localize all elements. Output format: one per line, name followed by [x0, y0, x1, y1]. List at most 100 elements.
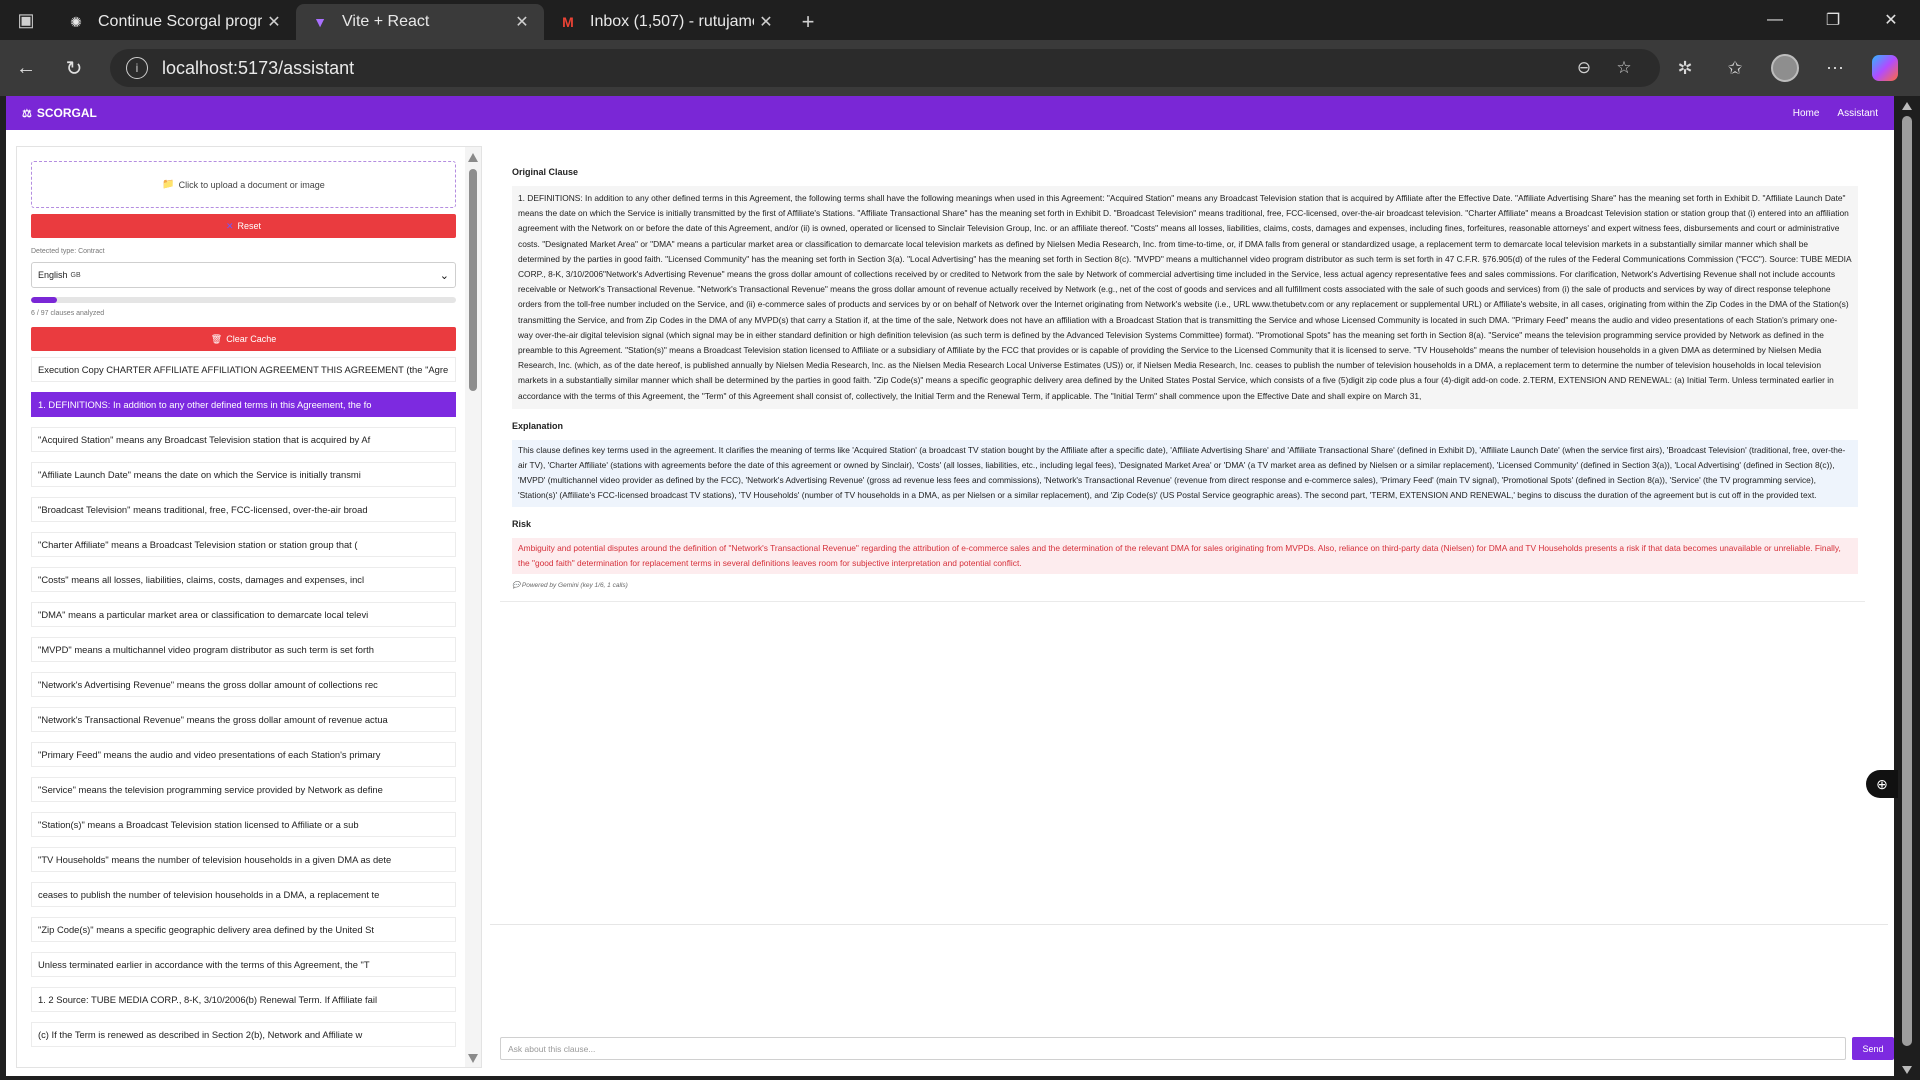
url-text: localhost:5173/assistant — [162, 57, 355, 78]
language-value: English — [38, 270, 68, 280]
clause-question-input[interactable]: Ask about this clause... — [500, 1037, 1846, 1060]
folder-icon: 📁 — [162, 179, 175, 190]
more-options-icon[interactable]: ⋯ — [1810, 46, 1860, 90]
clause-list-item[interactable]: "Broadcast Television" means traditional… — [31, 497, 456, 522]
analysis-panel: Original Clause 1. DEFINITIONS: In addit… — [490, 146, 1894, 1068]
favorites-icon[interactable]: ✩ — [1710, 46, 1760, 90]
page-scroll-thumb[interactable] — [1902, 116, 1912, 1046]
close-tab-icon[interactable]: ✕ — [262, 12, 286, 32]
language-code: GB — [70, 271, 81, 279]
brand-name: SCORGAL — [36, 106, 97, 120]
sidebar-content: 📁 Click to upload a document or image ✕ … — [31, 153, 456, 1047]
clause-list: Execution Copy CHARTER AFFILIATE AFFILIA… — [31, 357, 456, 1047]
language-select[interactable]: English GB ⌄ — [31, 262, 456, 288]
copilot-icon[interactable] — [1860, 46, 1910, 90]
powered-by-note: 💬 Powered by Gemini (key 1/6, 1 calls) — [512, 581, 1865, 589]
close-tab-icon[interactable]: ✕ — [754, 12, 778, 32]
clause-list-item[interactable]: "Acquired Station" means any Broadcast T… — [31, 427, 456, 452]
reset-x-icon: ✕ — [225, 220, 234, 231]
upload-label: Click to upload a document or image — [178, 179, 325, 190]
scroll-thumb[interactable] — [469, 169, 477, 391]
brand[interactable]: ⚖ SCORGAL — [22, 106, 97, 120]
clause-list-item[interactable]: "Network's Advertising Revenue" means th… — [31, 672, 456, 697]
chat-area: Ask about this clause... Send — [490, 924, 1894, 1068]
favorite-star-icon[interactable]: ☆ — [1604, 58, 1644, 78]
close-tab-icon[interactable]: ✕ — [510, 12, 534, 32]
reset-button[interactable]: ✕ Reset — [31, 214, 456, 238]
address-bar[interactable]: i localhost:5173/assistant ⊖ ☆ — [110, 49, 1660, 87]
risk-text: Ambiguity and potential disputes around … — [512, 537, 1858, 575]
page-scroll-down-icon[interactable] — [1902, 1066, 1912, 1074]
clause-list-item[interactable]: "Costs" means all losses, liabilities, c… — [31, 567, 456, 592]
tab-title: Inbox (1,507) - rutujamorankar07 — [590, 13, 754, 30]
reset-label: Reset — [237, 221, 262, 231]
scales-icon: ⚖ — [22, 107, 32, 120]
clause-list-item[interactable]: "Zip Code(s)" means a specific geographi… — [31, 917, 456, 942]
upload-dropzone[interactable]: 📁 Click to upload a document or image — [31, 161, 456, 208]
clear-cache-button[interactable]: 🗑 Clear Cache — [31, 327, 456, 351]
clause-list-item[interactable]: "TV Households" means the number of tele… — [31, 847, 456, 872]
send-button[interactable]: Send — [1852, 1037, 1894, 1060]
back-icon[interactable]: ← — [4, 46, 48, 90]
clause-list-item[interactable]: "Charter Affiliate" means a Broadcast Te… — [31, 532, 456, 557]
clear-cache-label: Clear Cache — [226, 334, 277, 344]
extensions-icon[interactable]: ✲ — [1660, 46, 1710, 90]
minimize-icon[interactable]: — — [1746, 0, 1804, 40]
clause-list-item[interactable]: "Service" means the television programmi… — [31, 777, 456, 802]
clause-list-item[interactable]: (c) If the Term is renewed as described … — [31, 1022, 456, 1047]
chevron-down-icon: ⌄ — [439, 269, 449, 282]
risk-heading: Risk — [512, 518, 532, 529]
new-tab-icon[interactable]: + — [788, 4, 828, 40]
clause-list-item[interactable]: "Affiliate Launch Date" means the date o… — [31, 462, 456, 487]
progress-fill — [31, 297, 58, 303]
nav-links: Home Assistant — [1793, 108, 1878, 119]
close-window-icon[interactable]: ✕ — [1862, 0, 1920, 40]
reload-icon[interactable]: ↻ — [52, 46, 96, 90]
zoom-icon[interactable]: ⊖ — [1564, 58, 1604, 78]
browser-tab-vite-react[interactable]: ▼ Vite + React ✕ — [296, 4, 544, 40]
clause-list-item[interactable]: "Network's Transactional Revenue" means … — [31, 707, 456, 732]
clause-list-item[interactable]: "Primary Feed" means the audio and video… — [31, 742, 456, 767]
scroll-down-icon[interactable] — [468, 1054, 478, 1063]
powered-by-text: Powered by Gemini (key 1/6, 1 calls) — [521, 582, 628, 590]
scroll-up-icon[interactable] — [468, 153, 478, 162]
nav-assistant-link[interactable]: Assistant — [1837, 108, 1878, 119]
top-navbar: ⚖ SCORGAL Home Assistant — [6, 96, 1894, 130]
profile-avatar[interactable] — [1760, 46, 1810, 90]
detected-type: Detected type: Contract — [31, 248, 105, 255]
browser-toolbar: ← ↻ i localhost:5173/assistant ⊖ ☆ ✲ ✩ ⋯ — [0, 40, 1920, 96]
window-controls: — ❐ ✕ — [1746, 0, 1920, 40]
clause-list-item[interactable]: "MVPD" means a multichannel video progra… — [31, 637, 456, 662]
original-clause-text: 1. DEFINITIONS: In addition to any other… — [512, 186, 1858, 409]
clause-analysis-card: Original Clause 1. DEFINITIONS: In addit… — [500, 156, 1865, 603]
maximize-icon[interactable]: ❐ — [1804, 0, 1862, 40]
clause-list-item[interactable]: "Station(s)" means a Broadcast Televisio… — [31, 812, 456, 837]
trash-icon: 🗑 — [210, 333, 223, 344]
app-root: ⚖ SCORGAL Home Assistant 📁 Click to uplo… — [6, 96, 1894, 1076]
clause-list-item[interactable]: ceases to publish the number of televisi… — [31, 882, 456, 907]
tab-actions-icon[interactable]: ▣ — [0, 0, 52, 40]
chat-bubble-icon: 💬 — [512, 582, 521, 590]
clause-sidebar: 📁 Click to upload a document or image ✕ … — [16, 146, 482, 1068]
clause-list-item[interactable]: 1. DEFINITIONS: In addition to any other… — [31, 392, 456, 417]
browser-tab-gmail[interactable]: M Inbox (1,507) - rutujamorankar07 ✕ — [544, 4, 788, 40]
tab-title: Vite + React — [342, 13, 430, 30]
original-clause-heading: Original Clause — [512, 167, 579, 177]
clause-list-item[interactable]: "DMA" means a particular market area or … — [31, 602, 456, 627]
clause-list-item[interactable]: Execution Copy CHARTER AFFILIATE AFFILIA… — [31, 357, 456, 382]
avatar — [1771, 54, 1799, 82]
gmail-icon: M — [562, 14, 574, 30]
clause-list-item[interactable]: Unless terminated earlier in accordance … — [31, 952, 456, 977]
nav-home-link[interactable]: Home — [1793, 108, 1820, 119]
zoom-lens-icon[interactable]: ⊕ — [1866, 770, 1898, 798]
page-scrollbar[interactable] — [1894, 96, 1920, 1080]
clause-list-item[interactable]: 1. 2 Source: TUBE MEDIA CORP., 8-K, 3/10… — [31, 987, 456, 1012]
chatgpt-icon: ✺ — [70, 13, 82, 30]
sidebar-scrollbar[interactable] — [465, 147, 481, 1067]
page-scroll-up-icon[interactable] — [1902, 102, 1912, 110]
analysis-progress-bar — [31, 297, 456, 303]
browser-tab-scorgal-progress[interactable]: ✺ Continue Scorgal progress ✕ — [52, 4, 296, 40]
site-info-icon[interactable]: i — [126, 57, 148, 79]
input-placeholder: Ask about this clause... — [508, 1043, 596, 1054]
explanation-text: This clause defines key terms used in th… — [512, 439, 1858, 507]
